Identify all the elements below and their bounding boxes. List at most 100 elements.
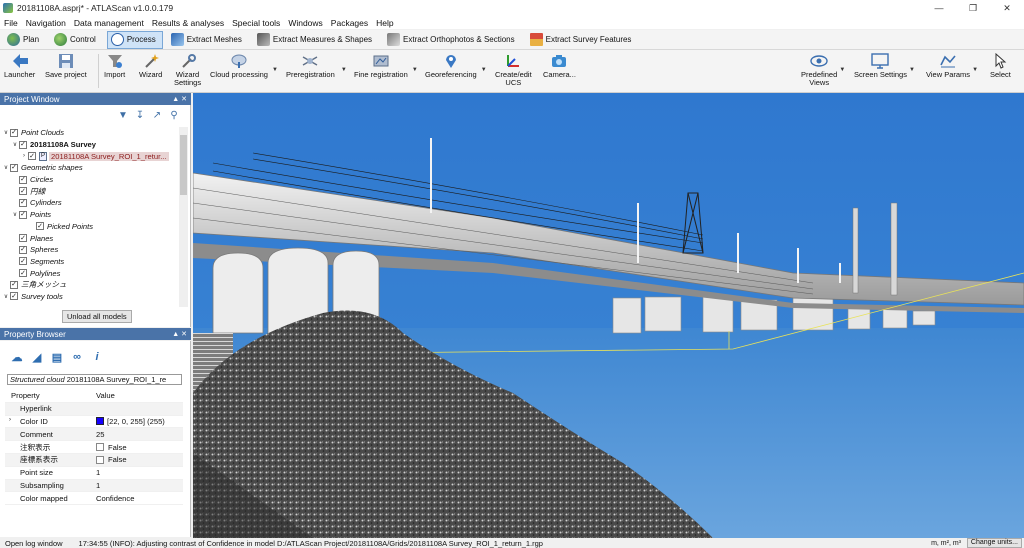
preregistration-dropdown-icon[interactable]: ▼ xyxy=(341,66,347,74)
maximize-icon[interactable]: ❐ xyxy=(956,0,990,16)
minimize-icon[interactable]: — xyxy=(922,0,956,16)
property-row-hyperlink[interactable]: Hyperlink xyxy=(5,402,183,416)
checkbox-icon[interactable]: ✓ xyxy=(19,269,27,278)
menu-data-management[interactable]: Data management xyxy=(74,18,144,28)
tree-item-planes[interactable]: ✓ Planes xyxy=(2,232,178,244)
tab-extract-measures[interactable]: Extract Measures & Shapes xyxy=(253,31,379,49)
fine-registration-dropdown-icon[interactable]: ▼ xyxy=(412,66,418,74)
checkbox-icon[interactable]: ✓ xyxy=(19,210,27,219)
color-swatch[interactable] xyxy=(96,417,104,426)
georeferencing-button[interactable]: Georeferencing ▼ xyxy=(425,52,487,79)
open-external-icon[interactable]: ↗ xyxy=(151,109,163,121)
menu-results-analyses[interactable]: Results & analyses xyxy=(152,18,224,28)
view-params-button[interactable]: View Params ▼ xyxy=(926,52,978,79)
tab-extract-meshes[interactable]: Extract Meshes xyxy=(167,31,249,49)
checkbox-icon[interactable]: ✓ xyxy=(19,198,27,207)
property-value[interactable]: 25 xyxy=(96,430,183,439)
checkbox-icon[interactable]: ✓ xyxy=(19,234,27,243)
cloud-processing-button[interactable]: Cloud processing ▼ xyxy=(210,52,278,79)
tree-item-segments[interactable]: ✓ Segments xyxy=(2,256,178,268)
property-row-color-mapped[interactable]: Color mapped Confidence xyxy=(5,492,183,506)
tree-item-geometric-shapes[interactable]: ∨ ✓ Geometric shapes xyxy=(2,162,178,174)
checkbox-icon[interactable]: ✓ xyxy=(10,292,18,301)
tree-item-picked-points[interactable]: ✓ Picked Points xyxy=(2,221,178,233)
cloud-settings-icon[interactable]: ☁ xyxy=(10,350,24,364)
collapse-chevron-icon[interactable]: › xyxy=(20,153,28,159)
property-row-annotation[interactable]: 注釈表示 False xyxy=(5,441,183,454)
checkbox-icon[interactable]: ✓ xyxy=(19,187,27,196)
tree-item-polylines[interactable]: ✓ Polylines xyxy=(2,267,178,279)
launcher-button[interactable]: Launcher xyxy=(4,52,35,79)
checkbox-icon[interactable]: ✓ xyxy=(36,222,44,231)
tree-item-mesh-jp[interactable]: ✓ 三角メッシュ xyxy=(2,279,178,291)
tab-process[interactable]: Process xyxy=(106,30,163,49)
fine-registration-button[interactable]: Fine registration ▼ xyxy=(354,52,418,79)
property-row-color-id[interactable]: › Color ID [22, 0, 255] (255) xyxy=(5,416,183,429)
import-button[interactable]: Import xyxy=(104,52,125,79)
checkbox-icon[interactable] xyxy=(96,443,104,452)
cloud-processing-dropdown-icon[interactable]: ▼ xyxy=(272,66,278,74)
property-value[interactable]: False xyxy=(96,443,183,452)
expand-chevron-icon[interactable]: ∨ xyxy=(2,164,10,171)
menu-navigation[interactable]: Navigation xyxy=(26,18,66,28)
select-button[interactable]: Select xyxy=(990,52,1011,79)
property-row-comment[interactable]: Comment 25 xyxy=(5,428,183,442)
tree-item-survey-tools[interactable]: ∨ ✓ Survey tools xyxy=(2,291,178,303)
3d-viewport[interactable] xyxy=(193,93,1024,538)
tab-control[interactable]: Control xyxy=(50,31,103,49)
tab-plan[interactable]: Plan xyxy=(3,31,46,49)
checkbox-icon[interactable]: ✓ xyxy=(19,245,27,254)
checkbox-icon[interactable]: ✓ xyxy=(19,140,27,149)
scroll-thumb[interactable] xyxy=(180,135,187,195)
checkbox-icon[interactable]: ✓ xyxy=(10,280,18,289)
tree-item-points[interactable]: ∨ ✓ Points xyxy=(2,209,178,221)
menu-file[interactable]: File xyxy=(4,18,18,28)
change-units-button[interactable]: Change units... xyxy=(966,538,1022,548)
checkbox-icon[interactable]: ✓ xyxy=(10,163,18,172)
preregistration-button[interactable]: Preregistration ▼ xyxy=(286,52,347,79)
menu-packages[interactable]: Packages xyxy=(331,18,368,28)
georeferencing-dropdown-icon[interactable]: ▼ xyxy=(481,66,487,74)
screen-settings-dropdown-icon[interactable]: ▼ xyxy=(909,66,915,74)
property-row-point-size[interactable]: Point size 1 xyxy=(5,467,183,480)
search-icon[interactable]: ⚲ xyxy=(168,109,180,121)
wizard-button[interactable]: Wizard xyxy=(139,52,162,79)
tree-item-survey-roi[interactable]: › ✓ P 20181108A Survey_ROI_1_retur... xyxy=(2,150,178,162)
tab-extract-survey[interactable]: Extract Survey Features xyxy=(526,31,639,49)
checkbox-icon[interactable]: ✓ xyxy=(28,152,36,161)
property-value[interactable]: [22, 0, 255] (255) xyxy=(96,417,183,426)
camera-button[interactable]: Camera... xyxy=(543,52,576,79)
expand-chevron-icon[interactable]: ∨ xyxy=(11,211,19,218)
menu-help[interactable]: Help xyxy=(376,18,393,28)
export-icon[interactable]: ↧ xyxy=(134,109,146,121)
checkbox-icon[interactable]: ✓ xyxy=(19,175,27,184)
property-row-subsampling[interactable]: Subsampling 1 xyxy=(5,479,183,493)
checkbox-icon[interactable]: ✓ xyxy=(10,128,18,137)
project-scrollbar[interactable] xyxy=(179,127,188,307)
screen-settings-button[interactable]: Screen Settings ▼ xyxy=(854,52,915,79)
view-params-dropdown-icon[interactable]: ▼ xyxy=(972,66,978,74)
color-chart-icon[interactable]: ▤ xyxy=(50,350,64,364)
pin-close-icon[interactable]: ▲ ✕ xyxy=(172,330,187,338)
wizard-settings-button[interactable]: Wizard Settings xyxy=(174,52,201,87)
property-value[interactable]: False xyxy=(96,455,183,464)
histogram-icon[interactable]: ◢ xyxy=(30,350,44,364)
property-row-coordinate[interactable]: 座標系表示 False xyxy=(5,453,183,467)
close-icon[interactable]: ✕ xyxy=(990,0,1024,16)
predefined-views-button[interactable]: Predefined Views ▼ xyxy=(801,52,845,87)
filter-icon[interactable]: ▼ xyxy=(117,109,129,121)
property-value[interactable]: 1 xyxy=(96,481,183,490)
unload-all-models-button[interactable]: Unload all models xyxy=(62,310,132,323)
checkbox-icon[interactable] xyxy=(96,455,104,464)
tree-item-cylinders[interactable]: ✓ Cylinders xyxy=(2,197,178,209)
predefined-views-dropdown-icon[interactable]: ▼ xyxy=(839,66,845,74)
chevron-right-icon[interactable]: › xyxy=(9,417,11,423)
info-icon[interactable]: i xyxy=(90,350,104,364)
tree-item-circles[interactable]: ✓ Circles xyxy=(2,174,178,186)
open-log-window-link[interactable]: Open log window xyxy=(5,539,63,548)
pin-close-icon[interactable]: ▲ ✕ xyxy=(172,95,187,103)
checkbox-icon[interactable]: ✓ xyxy=(19,257,27,266)
expand-chevron-icon[interactable]: ∨ xyxy=(2,129,10,136)
expand-chevron-icon[interactable]: ∨ xyxy=(2,293,10,300)
property-value[interactable]: Confidence xyxy=(96,494,183,503)
